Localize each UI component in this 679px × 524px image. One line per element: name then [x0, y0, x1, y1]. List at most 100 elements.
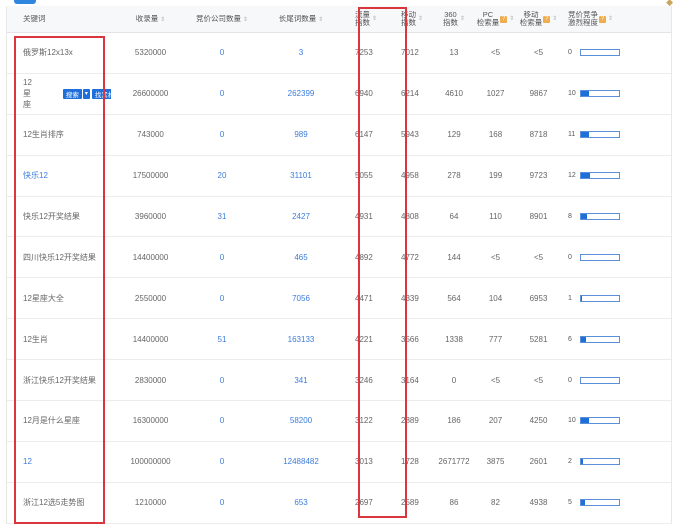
- cell-longtail[interactable]: 58200: [254, 416, 348, 425]
- keyword-link[interactable]: 四川快乐12开奖结果: [23, 252, 111, 263]
- sort-icon[interactable]: ⇕: [372, 15, 377, 23]
- cell-bid-companies[interactable]: 0: [190, 376, 254, 385]
- find-material-button[interactable]: 找素材: [91, 88, 111, 99]
- cell-bid-companies[interactable]: 20: [190, 171, 254, 180]
- help-icon[interactable]: ?: [500, 15, 508, 23]
- cell-longtail[interactable]: 31101: [254, 171, 348, 180]
- cell-mobile-index: 4772: [401, 252, 419, 262]
- col-mobile-index[interactable]: 移动 指数 ⇕: [394, 11, 434, 27]
- keyword-link[interactable]: 俄罗斯12x13x: [23, 47, 111, 58]
- cell-longtail[interactable]: 653: [254, 498, 348, 507]
- cell-mobile-index: 2889: [401, 416, 419, 426]
- cell-bid-companies[interactable]: 51: [190, 335, 254, 344]
- cell-longtail[interactable]: 2427: [254, 212, 348, 221]
- cell-mobile-searches: 6953: [529, 293, 548, 303]
- cell-index: 16300000: [132, 416, 169, 426]
- cell-bid-companies[interactable]: 0: [190, 294, 254, 303]
- col-keyword[interactable]: 关键词: [7, 15, 111, 23]
- help-icon[interactable]: ?: [543, 15, 551, 23]
- competition-value: 12: [568, 172, 576, 180]
- cell-bid-companies[interactable]: 0: [190, 416, 254, 425]
- cell-360-index: 86: [449, 498, 459, 508]
- sort-icon[interactable]: ⇕: [243, 17, 248, 23]
- sort-icon[interactable]: ⇕: [552, 15, 557, 23]
- cell-index: 100000000: [130, 457, 171, 467]
- keyword-link[interactable]: 快乐12: [23, 170, 111, 181]
- competition-bar-fill: [581, 214, 588, 219]
- sort-icon[interactable]: ⇕: [509, 15, 514, 23]
- cell-competition: 12: [560, 172, 671, 180]
- cell-flow-index: 4892: [355, 252, 373, 262]
- sort-icon[interactable]: ⇕: [608, 15, 613, 23]
- cell-mobile-index: 3566: [401, 334, 419, 344]
- cell-pc-searches: 110: [489, 212, 502, 221]
- sort-icon[interactable]: ⇕: [460, 15, 465, 23]
- competition-value: 0: [568, 49, 572, 57]
- cell-longtail[interactable]: 3: [254, 48, 348, 57]
- cell-longtail[interactable]: 262399: [254, 89, 348, 98]
- cell-index: 743000: [137, 130, 164, 140]
- cell-mobile-searches: 9723: [529, 171, 548, 181]
- keyword-link[interactable]: 浙江快乐12开奖结果: [23, 375, 111, 386]
- cell-competition: 0: [560, 253, 671, 261]
- cell-mobile-index: 1728: [401, 457, 419, 467]
- competition-bar-fill: [581, 459, 583, 465]
- cell-bid-companies[interactable]: 0: [190, 253, 254, 262]
- cell-competition: 11: [560, 131, 671, 139]
- col-360-index[interactable]: 360 指数 ⇕: [434, 11, 474, 27]
- cell-longtail[interactable]: 989: [254, 130, 348, 139]
- search-button[interactable]: 搜索: [62, 88, 82, 99]
- cell-longtail[interactable]: 7056: [254, 294, 348, 303]
- keyword-link[interactable]: 浙江12选5走势图: [23, 497, 111, 508]
- cell-mobile-index: 6214: [401, 89, 419, 99]
- col-index[interactable]: 收录量 ⇕: [111, 15, 190, 24]
- cell-competition: 10: [560, 417, 671, 425]
- keyword-link[interactable]: 12生肖排序: [23, 129, 111, 140]
- cell-bid-companies[interactable]: 0: [190, 457, 254, 466]
- cell-keyword: 12月是什么星座: [7, 415, 111, 426]
- cell-longtail[interactable]: 163133: [254, 335, 348, 344]
- cell-360-index: 1338: [445, 334, 463, 344]
- cell-keyword: 俄罗斯12x13x: [7, 47, 111, 58]
- cell-mobile-searches: <5: [533, 375, 544, 385]
- col-bid-companies[interactable]: 竞价公司数量 ⇕: [190, 15, 254, 24]
- sort-icon[interactable]: ⇕: [418, 15, 423, 23]
- col-flow-index[interactable]: 流量 指数 ⇕: [348, 11, 394, 27]
- cell-flow-index: 4471: [355, 293, 373, 303]
- cell-pc-searches: <5: [490, 252, 501, 262]
- chevron-down-icon[interactable]: ▾: [82, 88, 90, 99]
- keyword-link[interactable]: 12星座: [23, 77, 32, 110]
- keyword-link[interactable]: 快乐12开奖结果: [23, 211, 111, 222]
- keyword-link[interactable]: 12星座大全: [23, 293, 111, 304]
- col-pc-searches[interactable]: PC 检索量? ⇕: [474, 11, 517, 27]
- help-icon[interactable]: ?: [599, 15, 606, 23]
- cell-bid-companies[interactable]: 0: [190, 498, 254, 507]
- cell-keyword: 快乐12开奖结果: [7, 211, 111, 222]
- keyword-link[interactable]: 12生肖: [23, 334, 111, 345]
- sort-icon[interactable]: ⇕: [160, 17, 165, 23]
- cell-pc-searches: 82: [491, 498, 500, 508]
- sort-icon[interactable]: ⇕: [318, 17, 323, 23]
- cell-mobile-index: 2589: [401, 498, 419, 508]
- cell-mobile-searches: 8718: [529, 130, 548, 140]
- cell-360-index: 129: [447, 130, 461, 140]
- cell-pc-searches: <5: [490, 375, 501, 385]
- cell-bid-companies[interactable]: 0: [190, 130, 254, 139]
- cell-longtail[interactable]: 12488482: [254, 457, 348, 466]
- cell-bid-companies[interactable]: 0: [190, 89, 254, 98]
- col-competition[interactable]: 竞价竞争 激烈程度? ⇕: [560, 11, 671, 27]
- competition-bar: [580, 49, 620, 57]
- cell-competition: 5: [560, 499, 671, 507]
- cell-bid-companies[interactable]: 31: [190, 212, 254, 221]
- cell-keyword: 12生肖排序: [7, 129, 111, 140]
- col-mobile-searches[interactable]: 移动 检索量? ⇕: [517, 11, 560, 27]
- cell-longtail[interactable]: 465: [254, 253, 348, 262]
- keyword-link[interactable]: 12月是什么星座: [23, 415, 111, 426]
- competition-value: 10: [568, 417, 576, 425]
- keyword-link[interactable]: 12: [23, 456, 111, 467]
- col-longtail[interactable]: 长尾词数量 ⇕: [254, 15, 348, 24]
- cell-360-index: 278: [447, 171, 461, 181]
- cell-longtail[interactable]: 341: [254, 376, 348, 385]
- cell-competition: 2: [560, 458, 671, 466]
- cell-bid-companies[interactable]: 0: [190, 48, 254, 57]
